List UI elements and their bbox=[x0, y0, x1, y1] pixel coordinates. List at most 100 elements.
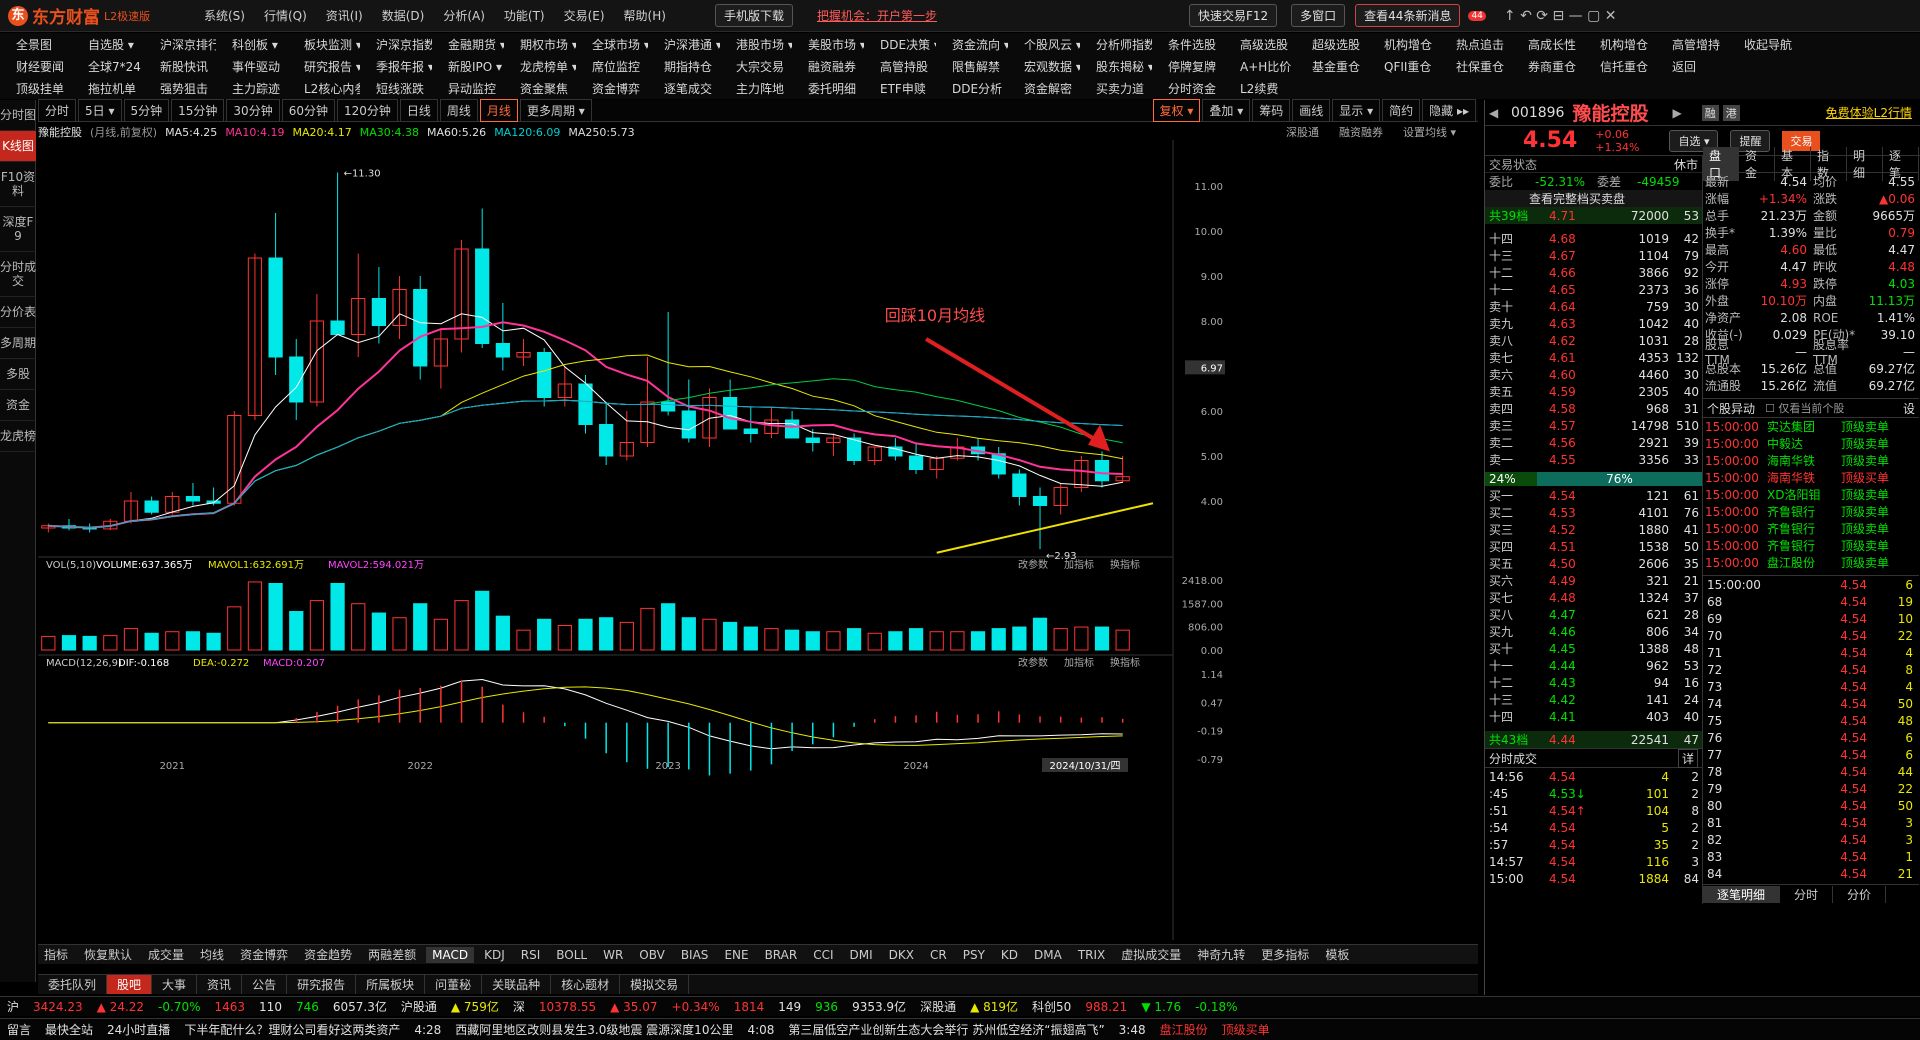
nav-item[interactable]: 龙虎榜单 ▾ bbox=[504, 58, 576, 75]
toolbar-button[interactable]: 显示 ▾ bbox=[1332, 99, 1381, 122]
info-tab[interactable]: 关联品种 bbox=[482, 975, 552, 994]
menu-item[interactable]: 分析(A) bbox=[443, 7, 485, 24]
indicator-tab[interactable]: CR bbox=[924, 947, 953, 963]
nav-item[interactable]: ETF申赎 bbox=[864, 80, 936, 97]
period-tab[interactable]: 120分钟 bbox=[336, 99, 398, 122]
indicator-tab[interactable]: TRIX bbox=[1072, 947, 1111, 963]
quick-trade-button[interactable]: 快速交易F12 bbox=[1188, 4, 1278, 27]
multi-window-button[interactable]: 多窗口 bbox=[1291, 4, 1346, 27]
period-tab[interactable]: 周线 bbox=[439, 99, 478, 122]
nav-item[interactable]: 顶级挂单 bbox=[0, 80, 72, 97]
indicator-tab[interactable]: 虚拟成交量 bbox=[1115, 945, 1187, 964]
period-tab[interactable]: 分时 bbox=[38, 99, 77, 122]
ticker-item[interactable]: 4:28 bbox=[414, 1023, 441, 1037]
nav-item[interactable]: 高级选股 bbox=[1224, 36, 1296, 53]
l2-trial-link[interactable]: 免费体验L2行情 bbox=[1826, 104, 1912, 121]
nav-item[interactable]: 股东揭秘 ▾ bbox=[1080, 58, 1152, 75]
indicator-tab[interactable]: KDJ bbox=[478, 947, 511, 963]
nav-item[interactable]: 机构增仓 bbox=[1584, 36, 1656, 53]
nav-item[interactable]: 沪深京指数 ▾ bbox=[360, 36, 432, 53]
nav-item[interactable]: 资金解密 bbox=[1008, 80, 1080, 97]
menu-item[interactable]: 交易(E) bbox=[564, 7, 605, 24]
movement-row[interactable]: 15:00:00 XD洛阳钼 顶级卖单 bbox=[1703, 486, 1919, 503]
info-tab[interactable]: 问董秘 bbox=[425, 975, 483, 994]
indicator-tab[interactable]: 成交量 bbox=[142, 945, 190, 964]
nav-item[interactable]: 委托明细 bbox=[792, 80, 864, 97]
indicator-tab[interactable]: DMI bbox=[844, 947, 879, 963]
indicator-tab[interactable]: ENE bbox=[718, 947, 754, 963]
movement-row[interactable]: 15:00:00 齐鲁银行 顶级卖单 bbox=[1703, 537, 1919, 554]
nav-item[interactable]: 热点追击 bbox=[1440, 36, 1512, 53]
info-tab[interactable]: 模拟交易 bbox=[620, 975, 690, 994]
indicator-tab[interactable]: WR bbox=[597, 947, 629, 963]
info-tab[interactable]: 所属板块 bbox=[356, 975, 426, 994]
nav-item[interactable]: A+H比价 bbox=[1224, 58, 1296, 75]
nav-item[interactable]: 信托重仓 bbox=[1584, 58, 1656, 75]
tick-tab[interactable]: 分时 bbox=[1780, 886, 1834, 903]
menu-item[interactable]: 数据(D) bbox=[382, 7, 425, 24]
nav-item[interactable]: 席位监控 bbox=[576, 58, 648, 75]
nav-item[interactable]: 超级选股 bbox=[1296, 36, 1368, 53]
nav-item[interactable]: 大宗交易 bbox=[720, 58, 792, 75]
info-tab[interactable]: 公告 bbox=[242, 975, 288, 994]
nav-item[interactable]: 分析师指数 bbox=[1080, 36, 1152, 53]
nav-item[interactable]: 沪深港通 ▾ bbox=[648, 36, 720, 53]
nav-item[interactable]: 研究报告 ▾ bbox=[288, 58, 360, 75]
indicator-tab[interactable]: 模板 bbox=[1319, 945, 1355, 964]
next-stock-icon[interactable]: ▶ bbox=[1672, 106, 1681, 120]
nav-item[interactable]: 融资融券 bbox=[792, 58, 864, 75]
movement-row[interactable]: 15:00:00 中毅达 顶级卖单 bbox=[1703, 435, 1919, 452]
nav-item[interactable]: 期权市场 ▾ bbox=[504, 36, 576, 53]
mobile-download-button[interactable]: 手机版下载 bbox=[714, 4, 793, 27]
period-tab[interactable]: 日线 bbox=[399, 99, 438, 122]
left-tab[interactable]: K线图 bbox=[0, 131, 36, 162]
indicator-tab[interactable]: BRAR bbox=[759, 947, 804, 963]
nav-item[interactable]: 美股市场 ▾ bbox=[792, 36, 864, 53]
nav-item[interactable]: 分时资金 bbox=[1152, 80, 1224, 97]
movement-row[interactable]: 15:00:00 海南华铁 顶级买单 bbox=[1703, 469, 1919, 486]
kline-chart[interactable]: 11.0010.009.008.007.006.005.004.006.97 V… bbox=[38, 140, 1438, 965]
left-tab[interactable]: 分时成交 bbox=[0, 252, 36, 297]
nav-item[interactable]: 异动监控 bbox=[432, 80, 504, 97]
indicator-tab[interactable]: PSY bbox=[957, 947, 991, 963]
window-controls[interactable]: ↑ ↶ ⟳ ⊟ — ▢ ✕ bbox=[1504, 8, 1617, 24]
left-tab[interactable]: 龙虎榜 bbox=[0, 421, 36, 452]
nav-item[interactable]: 限售解禁 bbox=[936, 58, 1008, 75]
info-tab[interactable]: 股吧 bbox=[107, 975, 153, 994]
ma-link[interactable]: 融资融券 bbox=[1339, 126, 1383, 139]
toolbar-button[interactable]: 复权 ▾ bbox=[1152, 99, 1201, 122]
toolbar-button[interactable]: 简约 bbox=[1382, 99, 1421, 122]
nav-item[interactable]: 自选股 ▾ bbox=[72, 36, 144, 53]
period-tab[interactable]: 5分钟 bbox=[123, 99, 170, 122]
nav-item[interactable]: 沪深京排行 ▾ bbox=[144, 36, 216, 53]
ticker-item[interactable]: 西藏阿里地区改则县发生3.0级地震 震源深度10公里 bbox=[455, 1021, 733, 1038]
tick-tab[interactable]: 分价 bbox=[1833, 886, 1887, 903]
nav-item[interactable]: 新股快讯 bbox=[144, 58, 216, 75]
ticker-item[interactable]: 4:08 bbox=[747, 1023, 774, 1037]
nav-item[interactable]: 高成长性 bbox=[1512, 36, 1584, 53]
nav-item[interactable]: 全球7*24 bbox=[72, 58, 144, 75]
left-tab[interactable]: 分时图 bbox=[0, 100, 36, 131]
toolbar-button[interactable]: 画线 bbox=[1292, 99, 1331, 122]
nav-item[interactable]: L2续费 bbox=[1224, 80, 1296, 97]
indicator-tab[interactable]: 神奇九转 bbox=[1191, 945, 1251, 964]
nav-item[interactable]: 季报年报 ▾ bbox=[360, 58, 432, 75]
nav-item[interactable]: 财经要闻 bbox=[0, 58, 72, 75]
tick-tab[interactable]: 逐笔明细 bbox=[1703, 886, 1781, 903]
indicator-tab[interactable]: 资金博弈 bbox=[234, 945, 294, 964]
indicator-tab[interactable]: 资金趋势 bbox=[298, 945, 358, 964]
left-tab[interactable]: 多股 bbox=[0, 359, 36, 390]
left-tab[interactable]: 分价表 bbox=[0, 297, 36, 328]
full-queue-link[interactable]: 查看完整档买卖盘 bbox=[1529, 190, 1625, 207]
toolbar-button[interactable]: 隐藏 ▸▸ bbox=[1422, 99, 1476, 122]
nav-item[interactable]: 条件选股 bbox=[1152, 36, 1224, 53]
indicator-tab[interactable]: 指标 bbox=[38, 945, 74, 964]
period-tab[interactable]: 60分钟 bbox=[281, 99, 335, 122]
period-tab[interactable]: 5日 ▾ bbox=[78, 99, 122, 122]
period-tab[interactable]: 更多周期 ▾ bbox=[519, 99, 592, 122]
nav-item[interactable]: 高管持股 bbox=[864, 58, 936, 75]
indicator-tab[interactable]: DKX bbox=[883, 947, 920, 963]
movement-row[interactable]: 15:00:00 齐鲁银行 顶级卖单 bbox=[1703, 520, 1919, 537]
toolbar-button[interactable]: 筹码 bbox=[1252, 99, 1291, 122]
indicator-tab[interactable]: KD bbox=[995, 947, 1024, 963]
